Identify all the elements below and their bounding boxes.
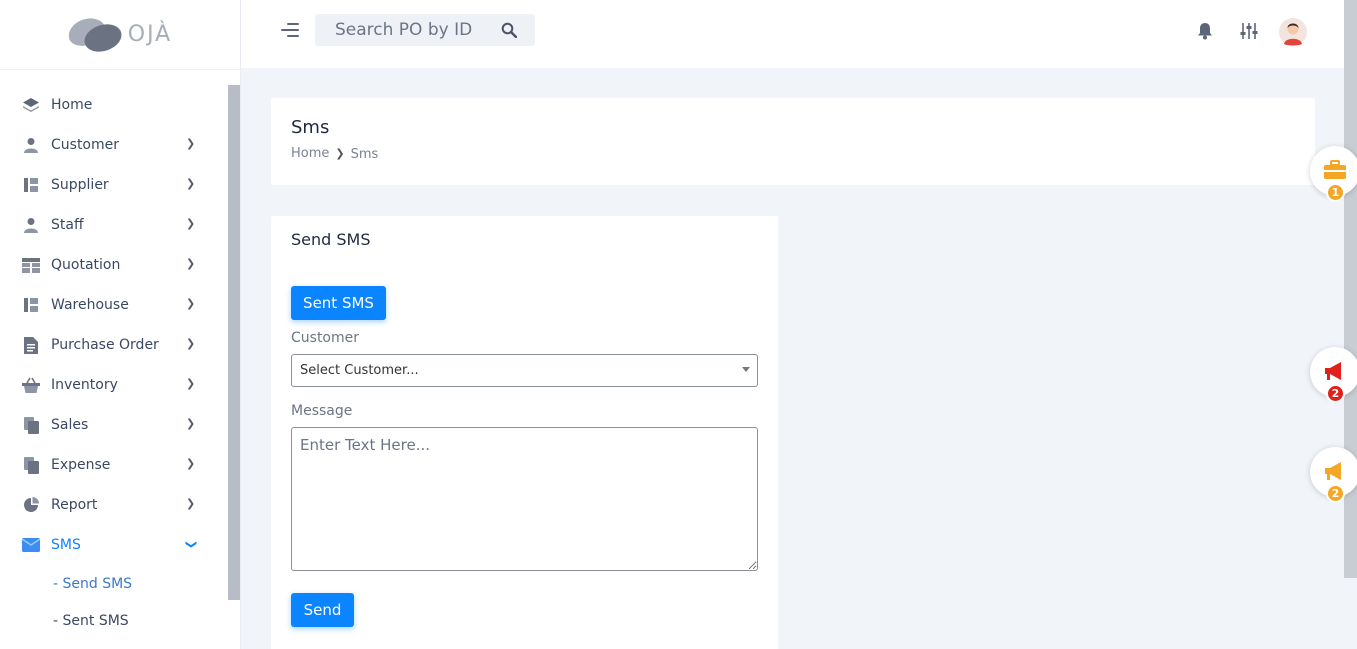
chevron-right-icon: ❯ (186, 137, 196, 150)
customer-label: Customer (291, 330, 360, 346)
chevron-right-icon: ❯ (186, 177, 196, 190)
sidebar-item-label: Sales (51, 417, 89, 433)
notification-badge: 2 (1326, 484, 1345, 503)
customer-select[interactable]: Select Customer... (291, 354, 758, 387)
columns-icon (22, 296, 40, 314)
sidebar-item-label: Customer (51, 137, 120, 153)
sidebar-item-label: Supplier (51, 177, 109, 193)
page-title: Sms (291, 117, 330, 138)
sidebar-subitem-sent-sms[interactable]: - Sent SMS (0, 602, 228, 639)
dropdown-caret-icon (742, 367, 750, 372)
megaphone-icon (1323, 461, 1347, 485)
page-scrollbar-track (1344, 578, 1357, 649)
chevron-right-icon: ❯ (186, 257, 196, 270)
send-button[interactable]: Send (291, 593, 354, 627)
chevron-down-icon: ❯ (185, 539, 199, 550)
search-icon[interactable] (501, 22, 518, 42)
floating-megaphone-button[interactable]: 2 (1310, 347, 1357, 403)
breadcrumb-home-link[interactable]: Home (291, 146, 329, 161)
sidebar-item-label: Home (51, 97, 93, 113)
sidebar-item-label: Purchase Order (51, 337, 159, 353)
sidebar-item-staff[interactable]: Staff ❯ (0, 205, 228, 245)
sidebar-item-label: Warehouse (51, 297, 129, 313)
sidebar-subitem-label: - Send SMS (53, 575, 133, 592)
message-textarea[interactable] (291, 427, 758, 571)
message-label: Message (291, 403, 353, 419)
chevron-right-icon: ❯ (186, 297, 196, 310)
sidebar-item-label: Quotation (51, 257, 121, 273)
sidebar-item-expense[interactable]: Expense ❯ (0, 445, 228, 485)
chevron-right-icon: ❯ (186, 217, 196, 230)
customer-select-value: Select Customer... (300, 363, 419, 378)
sidebar-item-label: SMS (51, 537, 81, 553)
document-icon (22, 336, 40, 354)
sent-sms-button[interactable]: Sent SMS (291, 286, 386, 320)
sidebar-item-home[interactable]: Home (0, 85, 228, 125)
card-title: Send SMS (291, 230, 371, 249)
sidebar-item-label: Report (51, 497, 98, 513)
sidebar-item-supplier[interactable]: Supplier ❯ (0, 165, 228, 205)
envelope-icon (22, 536, 40, 554)
search-box (315, 14, 535, 46)
floating-briefcase-button[interactable]: 1 (1310, 146, 1357, 202)
logo-area: OJÀ (0, 0, 240, 70)
search-input[interactable] (335, 20, 495, 40)
columns-icon (22, 176, 40, 194)
logo-text: OJÀ (127, 22, 173, 47)
sidebar-nav: Home Customer ❯ Supplier ❯ Staff ❯ Quota… (0, 85, 228, 640)
basket-icon (22, 376, 40, 394)
chevron-right-icon: ❯ (335, 146, 345, 160)
app-logo[interactable]: OJÀ (64, 13, 173, 56)
top-header (241, 0, 1344, 68)
table-icon (22, 256, 40, 274)
sidebar-item-quotation[interactable]: Quotation ❯ (0, 245, 228, 285)
sidebar-item-warehouse[interactable]: Warehouse ❯ (0, 285, 228, 325)
user-icon (22, 136, 40, 154)
sidebar-item-label: Inventory (51, 377, 118, 393)
send-sms-card: Send SMS Sent SMS Customer Select Custom… (271, 216, 778, 649)
user-avatar[interactable] (1279, 18, 1307, 50)
sidebar-item-customer[interactable]: Customer ❯ (0, 125, 228, 165)
notification-badge: 1 (1326, 183, 1345, 202)
logo-mark-icon (64, 13, 125, 56)
copy-icon (22, 456, 40, 474)
sidebar-scrollbar[interactable] (228, 85, 240, 600)
chevron-right-icon: ❯ (186, 377, 196, 390)
sidebar-item-label: Expense (51, 457, 111, 473)
sidebar: OJÀ Home Customer ❯ Supplier ❯ Staff ❯ Q… (0, 0, 241, 649)
breadcrumb: Home ❯ Sms (291, 144, 379, 163)
chevron-right-icon: ❯ (186, 497, 196, 510)
sidebar-item-report[interactable]: Report ❯ (0, 485, 228, 525)
floating-megaphone-button[interactable]: 2 (1310, 447, 1357, 503)
chevron-right-icon: ❯ (186, 337, 196, 350)
chevron-right-icon: ❯ (186, 457, 196, 470)
copy-icon (22, 416, 40, 434)
sidebar-subitem-label: - Sent SMS (53, 612, 129, 629)
layers-icon (22, 96, 40, 114)
sidebar-item-inventory[interactable]: Inventory ❯ (0, 365, 228, 405)
menu-icon[interactable] (281, 23, 303, 45)
sliders-icon[interactable] (1239, 22, 1259, 44)
page-header-card: Sms Home ❯ Sms (271, 98, 1315, 185)
megaphone-icon (1323, 361, 1347, 385)
pie-chart-icon (22, 496, 40, 514)
sidebar-item-purchase-order[interactable]: Purchase Order ❯ (0, 325, 228, 365)
briefcase-icon (1323, 160, 1347, 184)
sidebar-item-sales[interactable]: Sales ❯ (0, 405, 228, 445)
sidebar-subitem-send-sms[interactable]: - Send SMS (0, 565, 228, 602)
notification-badge: 2 (1326, 384, 1345, 403)
sidebar-item-sms[interactable]: SMS ❯ (0, 525, 228, 565)
chevron-right-icon: ❯ (186, 417, 196, 430)
user-icon (22, 216, 40, 234)
breadcrumb-current: Sms (350, 147, 379, 162)
bell-icon[interactable] (1197, 22, 1213, 44)
sidebar-item-label: Staff (51, 217, 84, 233)
